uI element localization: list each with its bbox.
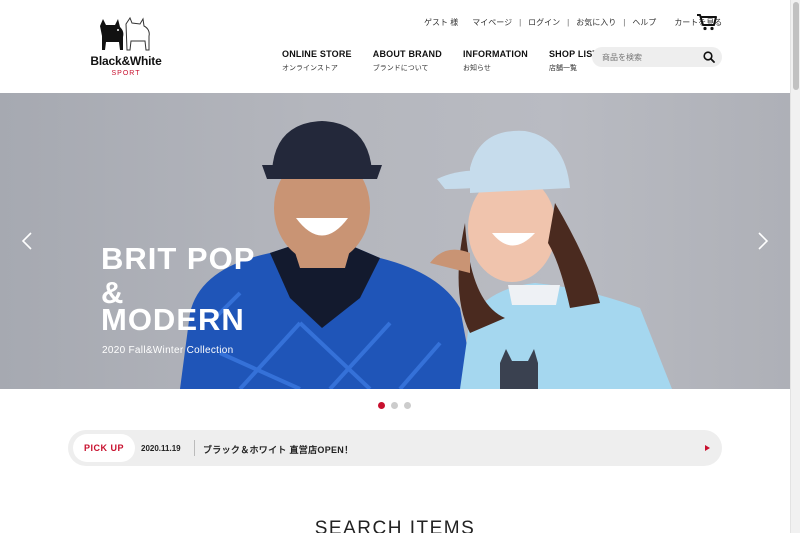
nav-about-brand[interactable]: ABOUT BRAND ブランドについて — [373, 49, 442, 73]
util-separator: | — [623, 18, 626, 27]
nav-label: ABOUT BRAND — [372, 49, 442, 59]
mypage-link[interactable]: マイページ — [472, 17, 512, 28]
hero-title-line: BRIT POP — [101, 241, 256, 276]
hero-slider: BRIT POP & MODERN 2020 Fall&Winter Colle… — [0, 93, 790, 389]
pickup-news-bar[interactable]: PICK UP 2020.11.19 ブラック＆ホワイト 直営店OPEN！ — [68, 430, 722, 466]
section-title: SEARCH ITEMS — [314, 518, 476, 533]
pickup-date: 2020.11.19 — [141, 444, 181, 453]
pickup-text[interactable]: ブラック＆ホワイト 直営店OPEN！ — [203, 443, 353, 456]
nav-online-store[interactable]: ONLINE STORE オンラインストア — [282, 49, 352, 73]
nav-information[interactable]: INFORMATION お知らせ — [463, 49, 528, 73]
chevron-left-icon[interactable] — [19, 231, 35, 251]
cart-icon[interactable] — [696, 13, 718, 31]
login-link[interactable]: ログイン — [528, 17, 560, 28]
nav-label: SHOP LIST — [548, 49, 599, 59]
search-icon[interactable] — [703, 51, 715, 63]
nav-sublabel: お知らせ — [462, 65, 491, 72]
nav-label: ONLINE STORE — [282, 49, 352, 59]
nav-sublabel: オンラインストア — [282, 65, 338, 72]
slider-dot[interactable] — [391, 402, 398, 409]
scrollbar-thumb[interactable] — [793, 2, 799, 90]
pickup-badge: PICK UP — [73, 434, 135, 462]
brand-logo[interactable]: Black&White SPORT — [86, 14, 166, 80]
utility-nav: ゲスト 様 マイページ | ログイン | お気に入り | ヘルプ カートを見る — [424, 17, 722, 28]
nav-shop-list[interactable]: SHOP LIST 店舗一覧 — [549, 49, 598, 73]
global-nav: ONLINE STORE オンラインストア ABOUT BRAND ブランドにつ… — [282, 49, 619, 73]
favorites-link[interactable]: お気に入り — [576, 17, 616, 28]
slider-dots — [378, 402, 417, 409]
brand-sub: SPORT — [111, 70, 141, 77]
hero-subtitle: 2020 Fall&Winter Collection — [102, 345, 234, 356]
nav-sublabel: 店舗一覧 — [548, 65, 577, 72]
site-header: Black&White SPORT ゲスト 様 マイページ | ログイン | お… — [0, 0, 790, 93]
slider-dot[interactable] — [404, 402, 411, 409]
search-input[interactable] — [602, 50, 697, 64]
help-link[interactable]: ヘルプ — [632, 17, 656, 28]
util-separator: | — [519, 18, 522, 27]
play-icon[interactable] — [705, 445, 710, 451]
brand-name: Black&White — [90, 54, 162, 68]
hero-title-line: MODERN — [101, 302, 245, 337]
util-separator: | — [567, 18, 570, 27]
slider-dot[interactable] — [378, 402, 385, 409]
search-box — [592, 47, 722, 67]
chevron-right-icon[interactable] — [755, 231, 771, 251]
nav-label: INFORMATION — [462, 49, 528, 59]
guest-greeting: ゲスト 様 — [424, 18, 459, 27]
page-scrollbar[interactable] — [790, 0, 800, 533]
nav-sublabel: ブランドについて — [372, 65, 429, 72]
pickup-divider — [194, 440, 195, 456]
scottie-dogs-icon — [100, 16, 150, 51]
